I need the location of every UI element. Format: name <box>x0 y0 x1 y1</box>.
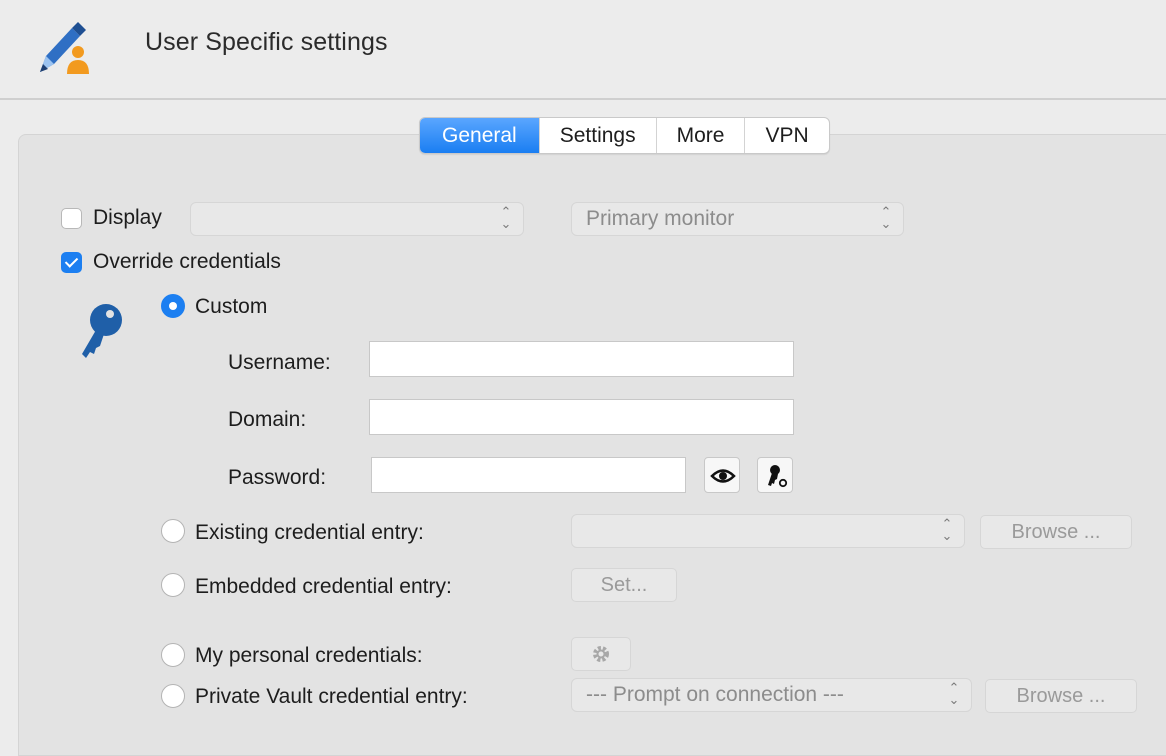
embedded-credential-radio[interactable] <box>161 573 185 597</box>
domain-input[interactable] <box>369 399 794 435</box>
key-icon <box>74 300 130 364</box>
key-gear-icon <box>768 465 788 488</box>
username-input[interactable] <box>369 341 794 377</box>
tab-bar: General Settings More VPN <box>419 117 830 154</box>
chevron-updown-icon: ⌃ ⌄ <box>500 204 512 231</box>
chevron-updown-icon: ⌃ ⌄ <box>948 680 960 707</box>
display-checkbox[interactable] <box>61 208 82 229</box>
domain-label: Domain: <box>228 408 307 431</box>
tab-vpn[interactable]: VPN <box>744 118 828 153</box>
eye-icon <box>710 469 736 483</box>
personal-credentials-label: My personal credentials: <box>195 644 423 667</box>
private-vault-select[interactable]: --- Prompt on connection --- ⌃ ⌄ <box>571 678 972 712</box>
tab-settings[interactable]: Settings <box>538 118 656 153</box>
password-generator-button[interactable] <box>757 457 793 493</box>
personal-credentials-settings-button[interactable] <box>571 637 631 671</box>
header: User Specific settings <box>0 0 1166 100</box>
private-vault-label: Private Vault credential entry: <box>195 685 468 708</box>
private-vault-browse-button[interactable]: Browse ... <box>985 679 1137 713</box>
monitor-select[interactable]: Primary monitor ⌃ ⌄ <box>571 202 904 236</box>
custom-label: Custom <box>195 295 268 318</box>
private-vault-radio[interactable] <box>161 684 185 708</box>
password-label: Password: <box>228 466 327 489</box>
monitor-select-value: Primary monitor <box>586 207 735 230</box>
show-password-button[interactable] <box>704 457 740 493</box>
password-input[interactable] <box>371 457 686 493</box>
chevron-updown-icon: ⌃ ⌄ <box>941 516 953 543</box>
personal-credentials-radio[interactable] <box>161 643 185 667</box>
display-label: Display <box>93 206 162 229</box>
window-title: User Specific settings <box>145 28 388 56</box>
custom-radio[interactable] <box>161 294 185 318</box>
display-select[interactable]: ⌃ ⌄ <box>190 202 524 236</box>
username-label: Username: <box>228 351 331 374</box>
existing-credential-label: Existing credential entry: <box>195 521 424 544</box>
override-credentials-checkbox[interactable] <box>61 252 82 273</box>
existing-credential-select[interactable]: ⌃ ⌄ <box>571 514 965 548</box>
chevron-updown-icon: ⌃ ⌄ <box>880 204 892 231</box>
override-credentials-label: Override credentials <box>93 250 281 273</box>
existing-credential-radio[interactable] <box>161 519 185 543</box>
gear-icon <box>593 646 609 662</box>
tab-general[interactable]: General <box>420 118 539 153</box>
embedded-set-button[interactable]: Set... <box>571 568 677 602</box>
private-vault-value: --- Prompt on connection --- <box>586 683 844 706</box>
pencil-user-icon <box>34 14 98 78</box>
existing-browse-button[interactable]: Browse ... <box>980 515 1132 549</box>
embedded-credential-label: Embedded credential entry: <box>195 575 452 598</box>
tab-more[interactable]: More <box>655 118 745 153</box>
